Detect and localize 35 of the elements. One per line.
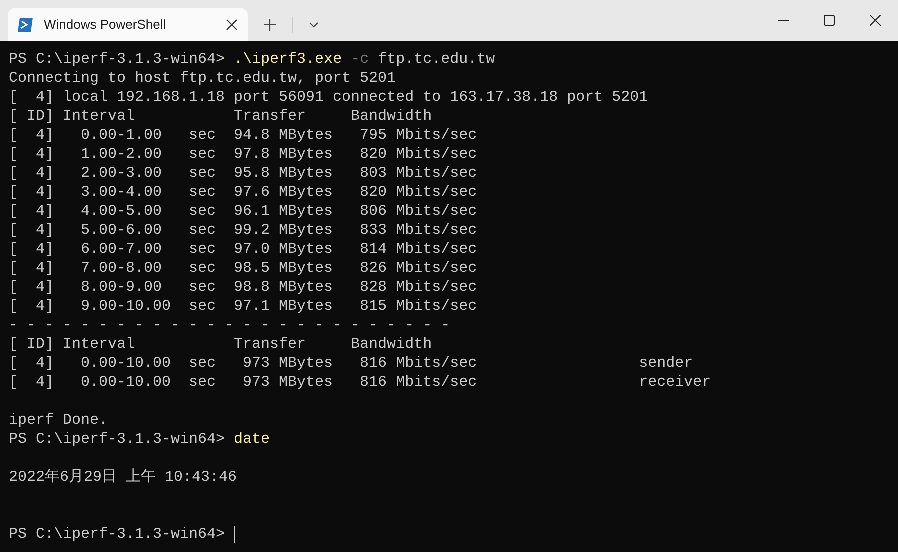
chevron-down-icon[interactable] xyxy=(309,22,319,28)
output-line: [ 4] 6.00-7.00 sec 97.0 MBytes 814 Mbits/sec xyxy=(9,240,478,259)
minimize-icon[interactable] xyxy=(778,20,788,21)
plus-icon[interactable] xyxy=(264,18,276,30)
output-line: [ 4] 4.00-5.00 sec 96.1 MBytes 806 Mbits/sec xyxy=(9,202,478,221)
output-line: iperf Done. xyxy=(9,411,108,430)
output-line: [ 4] 0.00-1.00 sec 94.8 MBytes 795 Mbits/sec xyxy=(9,126,478,145)
output-line: [ 4] 0.00-10.00 sec 973 MBytes 816 Mbits/sec receiver xyxy=(9,373,712,392)
output-line: [ 4] 7.00-8.00 sec 98.5 MBytes 826 Mbits/sec xyxy=(9,259,478,278)
output-line: [ ID] Interval Transfer Bandwidth xyxy=(9,335,432,354)
terminal-icon xyxy=(18,16,34,32)
command-name: date xyxy=(234,430,270,449)
output-line: [ 4] 0.00-10.00 sec 973 MBytes 816 Mbits/sec sender xyxy=(9,354,694,373)
output-line: [ 4] local 192.168.1.18 port 56091 connected to 163.17.38.18 port 5201 xyxy=(9,88,648,107)
output-line: [ 4] 5.00-6.00 sec 99.2 MBytes 833 Mbits/sec xyxy=(9,221,478,240)
output-line: 2022年6月29日 上午 10:43:46 xyxy=(9,468,238,487)
output-line: [ 4] 1.00-2.00 sec 97.8 MBytes 820 Mbits/sec xyxy=(9,145,478,164)
command-name: .\iperf3.exe xyxy=(234,50,342,69)
output-line: [ 4] 9.00-10.00 sec 97.1 MBytes 815 Mbits/sec xyxy=(9,297,478,316)
output-line: [ 4] 3.00-4.00 sec 97.6 MBytes 820 Mbits/sec xyxy=(9,183,478,202)
close-icon[interactable] xyxy=(870,15,880,26)
terminal-tab[interactable]: Windows PowerShell xyxy=(8,8,248,41)
maximize-icon[interactable] xyxy=(824,15,834,26)
output-line: - - - - - - - - - - - - - - - - - - - - - - - - - xyxy=(9,316,450,335)
output-line: Connecting to host ftp.tc.edu.tw, port 5201 xyxy=(9,69,396,88)
close-icon[interactable] xyxy=(226,18,238,30)
output-line: [ ID] Interval Transfer Bandwidth xyxy=(9,107,432,126)
prompt-text: PS C:\iperf-3.1.3-win64> xyxy=(9,525,226,544)
output-line: [ 4] 2.00-3.00 sec 95.8 MBytes 803 Mbits/sec xyxy=(9,164,478,183)
prompt-text: PS C:\iperf-3.1.3-win64> xyxy=(9,50,226,69)
command-parameter: -c xyxy=(351,50,370,69)
prompt-text: PS C:\iperf-3.1.3-win64> xyxy=(9,430,226,449)
output-line: [ 4] 8.00-9.00 sec 98.8 MBytes 828 Mbits/sec xyxy=(9,278,478,297)
tab-title: Windows PowerShell xyxy=(44,16,168,34)
command-argument: ftp.tc.edu.tw xyxy=(378,50,496,69)
